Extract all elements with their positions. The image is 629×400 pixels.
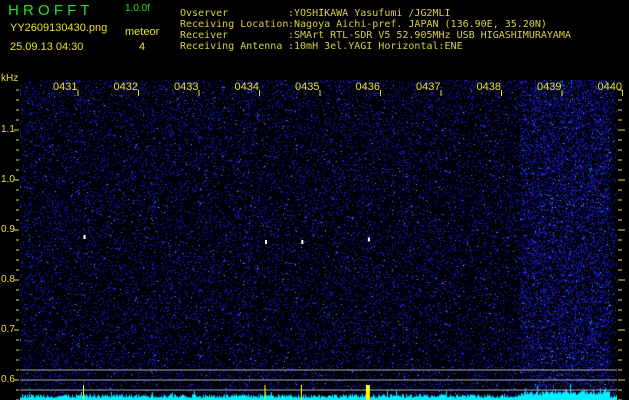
meteor-echo <box>301 240 304 244</box>
y-tick-label: 1.0 <box>1 174 15 185</box>
x-tick-label: 0431 <box>53 81 78 93</box>
x-tick-label: 0437 <box>416 81 441 93</box>
x-tick-label: 0439 <box>537 81 562 93</box>
axis-overlay <box>14 89 625 400</box>
y-tick-label: 0.9 <box>1 224 15 235</box>
y-tick-label: 0.7 <box>1 324 15 335</box>
x-tick-label: 0438 <box>476 81 501 93</box>
x-tick-label: 0432 <box>113 81 138 93</box>
x-tick-label: 0435 <box>295 81 320 93</box>
x-tick-label: 0436 <box>355 81 380 93</box>
x-tick-label: 0440 <box>597 81 622 93</box>
meteor-echo <box>367 237 370 242</box>
meteor-echo <box>265 240 268 244</box>
y-tick-label: 1.1 <box>1 124 15 135</box>
y-tick-label: 0.8 <box>1 274 15 285</box>
y-tick-label: 0.6 <box>1 374 15 385</box>
x-tick-label: 0434 <box>234 81 259 93</box>
x-tick-label: 0433 <box>174 81 199 93</box>
meteor-echo <box>83 235 86 239</box>
